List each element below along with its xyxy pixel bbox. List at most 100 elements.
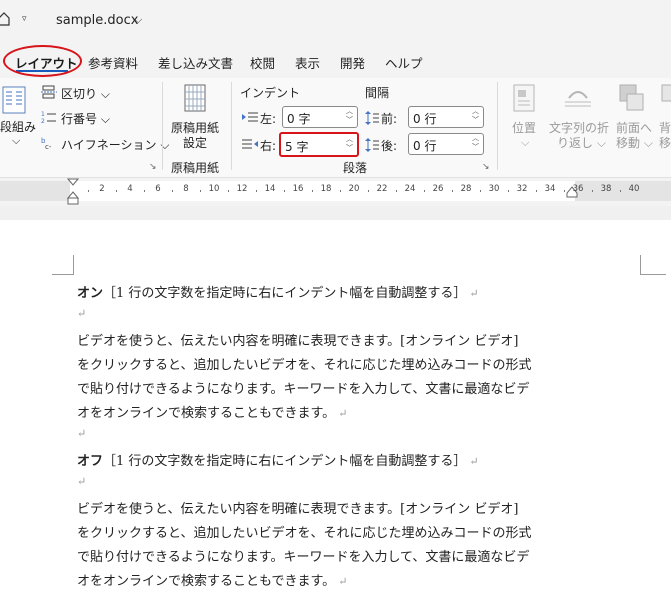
ruler-tick-mark — [172, 190, 173, 192]
crop-mark-right — [640, 255, 666, 275]
ruler-tick-label: 28 — [460, 184, 472, 194]
document-name-chevron-icon[interactable]: ⌵ — [134, 13, 142, 27]
body1-line[interactable]: オをオンラインで検索することもできます。 ↵ — [77, 402, 347, 421]
spinner-arrows-icon[interactable]: ︿ ﹀ — [472, 134, 479, 152]
indent-left-value[interactable]: 0 字 — [287, 110, 310, 127]
tab-mailings[interactable]: 差し込み文書 — [158, 53, 233, 72]
space-before-field[interactable]: 0 行 ︿ ﹀ — [408, 106, 484, 128]
send-backward-label-2: 移 — [659, 136, 671, 150]
manuscript-paper-icon[interactable] — [183, 84, 209, 114]
svg-text:1: 1 — [41, 111, 45, 118]
ruler-tick-label: 34 — [544, 184, 556, 194]
columns-label[interactable]: 段組み — [0, 118, 36, 135]
ruler-tick-mark — [536, 190, 537, 192]
ruler-tick-label: 32 — [516, 184, 528, 194]
group-separator — [231, 82, 232, 170]
body2-line[interactable]: ビデオを使うと、伝えたい内容を明確に表現できます。[オンライン ビデオ] — [77, 498, 518, 517]
ruler-tick-label: 14 — [264, 184, 276, 194]
highlight-oval — [3, 45, 82, 77]
spacing-header: 間隔 — [365, 86, 390, 100]
ruler-tick-label: 2 — [99, 184, 105, 194]
indent-markers-icon[interactable] — [67, 178, 79, 206]
bring-forward-label-2: 移動 ⌵ — [616, 136, 653, 150]
columns-dropdown-icon[interactable]: ⌵ — [12, 134, 20, 148]
ruler-tick-label: 26 — [432, 184, 444, 194]
hyphenation-icon[interactable]: b c- — [41, 136, 57, 150]
wrap-text-label-2: り返し ⌵ — [557, 136, 606, 150]
position-icon — [513, 84, 535, 112]
body2-line[interactable]: をクリックすると、追加したいビデオを、それに応じた埋め込みコードの形式 — [77, 522, 531, 541]
indent-right-label: 右: — [260, 139, 277, 153]
group-separator — [162, 82, 163, 170]
ruler-tick-mark — [592, 190, 593, 192]
manuscript-button-label-2[interactable]: 設定 — [183, 134, 207, 151]
heading-off[interactable]: オフ［1 行の文字数を指定時に右にインデント幅を自動調整する］ ↵ — [77, 450, 479, 469]
paragraph-launcher-icon[interactable]: ↘ — [482, 162, 490, 172]
hyphenation-button[interactable]: ハイフネーション ⌵ — [61, 136, 169, 153]
ruler-tick-mark — [424, 190, 425, 192]
spinner-arrows-icon[interactable]: ︿ ﹀ — [346, 107, 353, 125]
ruler-tick-mark — [312, 190, 313, 192]
space-after-icon — [365, 138, 379, 152]
heading-on[interactable]: オン［1 行の文字数を指定時に右にインデント幅を自動調整する］ ↵ — [77, 282, 479, 301]
manuscript-group-label: 原稿用紙 — [171, 161, 220, 175]
indent-right-field[interactable]: 5 字 ︿ ﹀ — [279, 132, 359, 157]
page-setup-launcher-icon[interactable]: ↘ — [149, 162, 157, 172]
body1-line[interactable]: で貼り付けできるようになります。キーワードを入力して、文書に最適なビデ — [77, 378, 529, 397]
ruler-tick-mark — [508, 190, 509, 192]
ruler-tick-label: 20 — [348, 184, 360, 194]
columns-icon[interactable] — [2, 86, 26, 114]
bring-forward-icon — [619, 84, 644, 111]
indent-left-icon — [242, 112, 258, 122]
ruler-tick-mark — [228, 190, 229, 192]
body1-line[interactable]: をクリックすると、追加したいビデオを、それに応じた埋め込みコードの形式 — [77, 354, 531, 373]
ruler-margin-right — [575, 181, 671, 201]
line-numbers-icon[interactable]: 1 2 — [41, 110, 57, 124]
empty-paragraph[interactable]: ↵ — [77, 426, 86, 441]
body1-line[interactable]: ビデオを使うと、伝えたい内容を明確に表現できます。[オンライン ビデオ] — [77, 330, 518, 349]
paragraph-mark-icon: ↵ — [338, 575, 348, 588]
ruler-tick-label: 12 — [236, 184, 248, 194]
svg-text:c-: c- — [45, 143, 52, 150]
tab-developer[interactable]: 開発 — [340, 53, 365, 72]
ruler-tick-label: 16 — [292, 184, 304, 194]
line-numbers-button[interactable]: 行番号 ⌵ — [61, 110, 110, 127]
tab-view[interactable]: 表示 — [295, 53, 320, 72]
indent-right-icon — [242, 139, 258, 149]
ruler-tick-mark — [340, 190, 341, 192]
title-bar: ▿ sample.docx ⌵ — [0, 0, 671, 42]
home-icon[interactable] — [0, 12, 10, 26]
ruler-tick-label: 30 — [488, 184, 500, 194]
tab-review[interactable]: 校閲 — [250, 53, 275, 72]
spinner-arrows-icon[interactable]: ︿ ﹀ — [472, 107, 479, 125]
ruler-tick-label: 40 — [628, 184, 640, 194]
breaks-button[interactable]: 区切り ⌵ — [61, 85, 110, 102]
ruler-tick-label: 24 — [404, 184, 416, 194]
paragraph-group-label: 段落 — [343, 161, 368, 175]
quick-access-dropdown-icon[interactable]: ▿ — [22, 14, 27, 24]
empty-paragraph[interactable]: ↵ — [77, 306, 86, 321]
body2-line[interactable]: オをオンラインで検索することもできます。 ↵ — [77, 570, 347, 589]
indent-left-field[interactable]: 0 字 ︿ ﹀ — [282, 106, 358, 128]
space-after-value[interactable]: 0 行 — [413, 137, 436, 154]
crop-mark-left — [52, 255, 74, 275]
document-name[interactable]: sample.docx — [56, 13, 138, 28]
paragraph-mark-icon: ↵ — [469, 287, 479, 300]
empty-paragraph[interactable]: ↵ — [77, 474, 86, 489]
ruler-tick-mark — [620, 190, 621, 192]
space-after-field[interactable]: 0 行 ︿ ﹀ — [408, 133, 484, 155]
heading-off-text: ［1 行の文字数を指定時に右にインデント幅を自動調整する］ — [103, 454, 467, 469]
spinner-arrows-icon[interactable]: ︿ ﹀ — [346, 135, 353, 153]
tab-help[interactable]: ヘルプ — [385, 53, 423, 72]
group-separator — [497, 82, 498, 170]
heading-off-bold: オフ — [77, 454, 104, 469]
ribbon-tabs: レイアウト 参考資料 差し込み文書 校閲 表示 開発 ヘルプ — [0, 42, 671, 78]
space-before-label: 前: — [381, 112, 398, 126]
body2-line[interactable]: で貼り付けできるようになります。キーワードを入力して、文書に最適なビデ — [77, 546, 529, 565]
breaks-icon[interactable] — [41, 85, 57, 99]
tab-references[interactable]: 参考資料 — [88, 53, 138, 72]
indent-right-value[interactable]: 5 字 — [285, 138, 308, 155]
ruler-margin-left — [0, 181, 70, 201]
space-before-value[interactable]: 0 行 — [413, 110, 436, 127]
ruler-tick-mark — [200, 190, 201, 192]
